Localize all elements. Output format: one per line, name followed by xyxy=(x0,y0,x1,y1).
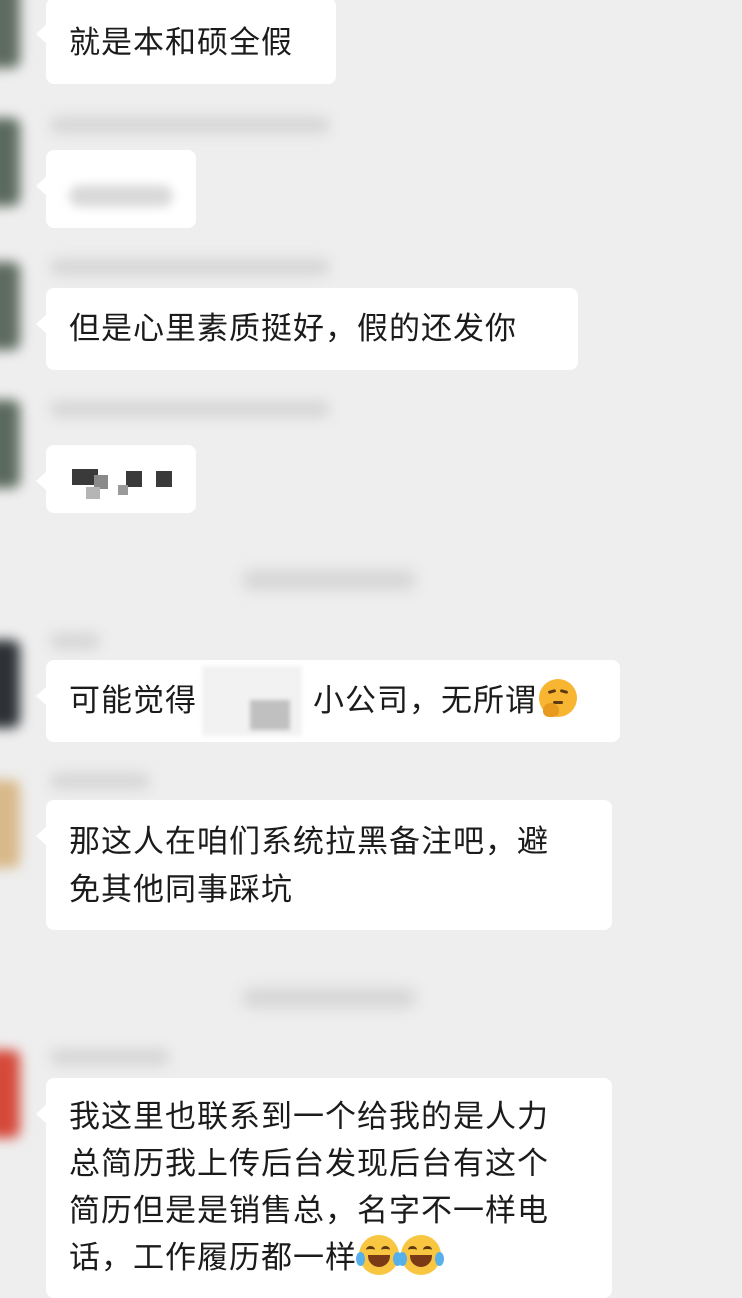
sender-name xyxy=(50,772,150,790)
avatar[interactable] xyxy=(0,118,20,206)
redaction-mark xyxy=(86,487,100,499)
redaction-mark xyxy=(126,471,142,487)
face-with-tears-of-joy-icon xyxy=(398,1235,444,1275)
avatar[interactable] xyxy=(0,400,20,488)
message-text: 可能觉得 xyxy=(69,683,197,719)
message-text-line: 总简历我上传后台发现后台有这个 xyxy=(69,1146,549,1182)
message-text-line: 话，工作履历都一样 xyxy=(69,1240,357,1276)
avatar[interactable] xyxy=(0,1050,20,1138)
message-text: 小公司，无所谓 xyxy=(313,683,537,719)
message-text: 但是心里素质挺好，假的还发你 xyxy=(69,311,517,347)
avatar[interactable] xyxy=(0,262,20,350)
message-bubble[interactable]: 就是本和硕全假 xyxy=(36,0,336,84)
avatar[interactable] xyxy=(0,640,20,728)
sender-name xyxy=(50,400,330,418)
avatar[interactable] xyxy=(0,780,20,868)
redaction-mosaic xyxy=(250,700,290,730)
message-text-line: 那这人在咱们系统拉黑备注吧，避 xyxy=(69,824,549,860)
avatar[interactable] xyxy=(0,0,20,68)
message-text-line: 简历但是是销售总，名字不一样电 xyxy=(69,1193,549,1229)
message-bubble[interactable]: 那这人在咱们系统拉黑备注吧，避 免其他同事踩坑 xyxy=(36,800,612,930)
message-bubble[interactable] xyxy=(36,445,196,513)
message-text-line: 我这里也联系到一个给我的是人力 xyxy=(69,1099,549,1135)
message-bubble[interactable]: 可能觉得 小公司，无所谓 xyxy=(36,660,620,742)
redaction-mark xyxy=(118,485,128,495)
face-with-tears-of-joy-icon xyxy=(356,1235,402,1275)
sender-name xyxy=(50,632,100,650)
message-bubble[interactable]: 但是心里素质挺好，假的还发你 xyxy=(36,288,578,370)
blurred-message-content xyxy=(69,184,173,207)
message-bubble[interactable]: 我这里也联系到一个给我的是人力 总简历我上传后台发现后台有这个 简历但是是销售总… xyxy=(36,1078,612,1298)
sender-name xyxy=(50,1048,170,1066)
sender-name xyxy=(50,116,330,134)
redaction-mark xyxy=(156,471,172,487)
sender-name xyxy=(50,258,330,276)
message-bubble[interactable] xyxy=(36,150,196,228)
message-text-line: 免其他同事踩坑 xyxy=(69,872,293,908)
thinking-face-icon xyxy=(539,679,577,717)
timestamp xyxy=(242,988,416,1008)
message-text: 就是本和硕全假 xyxy=(69,25,293,61)
timestamp xyxy=(242,570,416,590)
